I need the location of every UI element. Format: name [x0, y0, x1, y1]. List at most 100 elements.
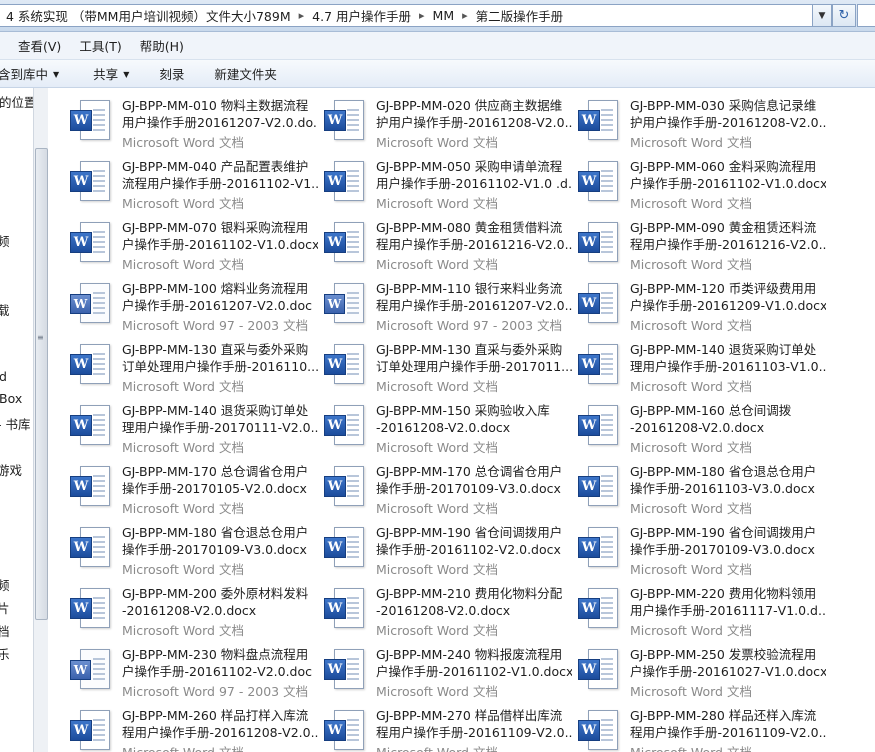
new-folder-button[interactable]: 新建文件夹 — [206, 64, 285, 83]
file-name-line: GJ-BPP-MM-260 样品打样入库流 — [122, 708, 309, 723]
file-item[interactable]: W GJ-BPP-MM-110 银行来料业务流 程用户操作手册-20161207-V… — [302, 271, 572, 333]
menu-tools[interactable]: 工具(T) — [70, 36, 130, 55]
file-item[interactable]: W GJ-BPP-MM-140 退货采购订单处 理用户操作手册-20161103-V… — [556, 332, 826, 394]
file-item[interactable]: W GJ-BPP-MM-070 银料采购流程用 户操作手册-20161102-V1.… — [48, 210, 318, 272]
file-name: GJ-BPP-MM-130 直采与委外采购 订单处理用户操作手册-2016110.… — [122, 341, 318, 375]
nav-item[interactable]: d — [0, 369, 7, 384]
file-item[interactable]: W GJ-BPP-MM-130 直采与委外采购 订单处理用户操作手册-2016110… — [48, 332, 318, 394]
file-name-line: 操作手册-20161102-V2.0.docx — [376, 542, 561, 557]
file-name: GJ-BPP-MM-180 省仓退总仓用户 操作手册-20161103-V3.0.… — [630, 463, 826, 497]
menu-bar: 查看(V) 工具(T) 帮助(H) — [0, 32, 875, 60]
file-item[interactable]: W GJ-BPP-MM-230 物料盘点流程用 户操作手册-20161102-V2.… — [48, 637, 312, 699]
scrollbar-thumb[interactable] — [35, 148, 48, 620]
menu-view[interactable]: 查看(V) — [0, 36, 70, 55]
search-input[interactable] — [857, 4, 875, 27]
file-name: GJ-BPP-MM-270 样品借样出库流 程用户操作手册-20161109-V2… — [376, 707, 572, 741]
breadcrumb-segment[interactable]: MM — [427, 8, 461, 23]
breadcrumb-separator-icon[interactable]: ▸ — [460, 9, 470, 22]
file-item[interactable]: W GJ-BPP-MM-150 采购验收入库 -20161208-V2.0.docx… — [302, 393, 552, 455]
address-history-dropdown-icon[interactable]: ▼ — [812, 4, 832, 27]
file-name-line: 护用户操作手册-20161208-V2.0.... — [376, 115, 572, 130]
refresh-icon[interactable]: ↻ — [832, 4, 856, 27]
file-item[interactable]: W GJ-BPP-MM-160 总仓间调拨 -20161208-V2.0.docx M… — [556, 393, 806, 455]
breadcrumb-segment[interactable]: 第二版操作手册 — [470, 6, 570, 25]
file-item[interactable]: W GJ-BPP-MM-020 供应商主数据维 护用户操作手册-20161208-V… — [302, 88, 572, 150]
file-item[interactable]: W GJ-BPP-MM-130 直采与委外采购 订单处理用户操作手册-2017011… — [302, 332, 572, 394]
file-item[interactable]: W GJ-BPP-MM-190 省仓间调拨用户 操作手册-20161102-V2.0… — [302, 515, 562, 577]
word-document-icon: W — [324, 466, 364, 506]
file-item[interactable]: W GJ-BPP-MM-080 黄金租赁借料流 程用户操作手册-20161216-V… — [302, 210, 572, 272]
file-name-line: 程用户操作手册-20161216-V2.0.... — [376, 237, 572, 252]
file-item[interactable]: W GJ-BPP-MM-240 物料报废流程用 户操作手册-20161102-V1.… — [302, 637, 572, 699]
file-item[interactable]: W GJ-BPP-MM-060 金料采购流程用 户操作手册-20161102-V1.… — [556, 149, 826, 211]
file-item[interactable]: W GJ-BPP-MM-180 省仓退总仓用户 操作手册-20161103-V3.0… — [556, 454, 816, 516]
file-item[interactable]: W GJ-BPP-MM-250 发票校验流程用 户操作手册-20161027-V1.… — [556, 637, 826, 699]
file-item[interactable]: W GJ-BPP-MM-090 黄金租赁还料流 程用户操作手册-20161216-V… — [556, 210, 826, 272]
file-item[interactable]: W GJ-BPP-MM-280 样品还样入库流 程用户操作手册-20161109-V… — [556, 698, 826, 752]
word-document-icon: W — [70, 344, 110, 384]
nav-scrollbar[interactable]: ≡ — [33, 88, 48, 752]
file-item[interactable]: W GJ-BPP-MM-030 采购信息记录维 护用户操作手册-20161208-V… — [556, 88, 826, 150]
file-name-line: 户操作手册-20161102-V1.0.docx — [630, 176, 826, 191]
file-name-line: 操作手册-20161103-V3.0.docx — [630, 481, 815, 496]
file-item[interactable]: W GJ-BPP-MM-260 样品打样入库流 程用户操作手册-20161208-V… — [48, 698, 318, 752]
nav-item[interactable]: 载 — [0, 300, 10, 319]
breadcrumb-separator-icon[interactable]: ▸ — [297, 9, 307, 22]
burn-button[interactable]: 刻录 — [151, 64, 192, 83]
file-item[interactable]: W GJ-BPP-MM-010 物料主数据流程 用户操作手册20161207-V2.… — [48, 88, 318, 150]
file-name: GJ-BPP-MM-080 黄金租赁借料流 程用户操作手册-20161216-V2… — [376, 219, 572, 253]
file-item[interactable]: W GJ-BPP-MM-170 总仓调省仓用户 操作手册-20170109-V3.0… — [302, 454, 562, 516]
file-item[interactable]: W GJ-BPP-MM-040 产品配置表维护 流程用户操作手册-20161102-… — [48, 149, 318, 211]
file-name-line: GJ-BPP-MM-170 总仓调省仓用户 — [122, 464, 309, 479]
nav-item[interactable]: Box — [0, 391, 22, 406]
file-item[interactable]: W GJ-BPP-MM-140 退货采购订单处 理用户操作手册-20170111-V… — [48, 393, 318, 455]
word-document-icon: W — [324, 405, 364, 445]
breadcrumb-segment[interactable]: 4.7 用户操作手册 — [306, 6, 417, 25]
file-name-line: GJ-BPP-MM-240 物料报废流程用 — [376, 647, 563, 662]
nav-item[interactable]: 乐 — [0, 644, 10, 663]
nav-item[interactable]: 游戏 — [0, 460, 22, 479]
file-name-line: GJ-BPP-MM-220 费用化物料领用 — [630, 586, 817, 601]
word-document-icon: W — [578, 466, 618, 506]
file-name-line: GJ-BPP-MM-030 采购信息记录维 — [630, 98, 817, 113]
file-name: GJ-BPP-MM-100 熔料业务流程用 户操作手册-20161207-V2.0… — [122, 280, 318, 314]
file-name: GJ-BPP-MM-050 采购申请单流程 用户操作手册-20161102-V1.… — [376, 158, 572, 192]
nav-item[interactable]: 频 — [0, 575, 10, 594]
menu-help[interactable]: 帮助(H) — [131, 36, 193, 55]
command-bar: 含到库中 ▼ 共享 ▼ 刻录 新建文件夹 — [0, 60, 875, 88]
file-item[interactable]: W GJ-BPP-MM-190 省仓间调拨用户 操作手册-20170109-V3.0… — [556, 515, 816, 577]
share-button[interactable]: 共享 ▼ — [85, 64, 137, 83]
include-in-library-button[interactable]: 含到库中 ▼ — [0, 64, 67, 83]
file-item[interactable]: W GJ-BPP-MM-200 委外原材料发料 -20161208-V2.0.doc… — [48, 576, 308, 638]
file-item[interactable]: W GJ-BPP-MM-170 总仓调省仓用户 操作手册-20170105-V2.0… — [48, 454, 308, 516]
breadcrumb-segment[interactable]: 4 系统实现 （带MM用户培训视频）文件大小789M — [0, 6, 297, 25]
file-name-line: GJ-BPP-MM-060 金料采购流程用 — [630, 159, 817, 174]
word-document-icon: W — [70, 405, 110, 445]
nav-item[interactable]: 频 — [0, 231, 10, 250]
address-bar[interactable]: 4 系统实现 （带MM用户培训视频）文件大小789M ▸ 4.7 用户操作手册 … — [0, 4, 823, 27]
nav-item[interactable]: 档 — [0, 621, 10, 640]
nav-item[interactable]: - 书库 — [0, 414, 30, 433]
file-item[interactable]: W GJ-BPP-MM-210 费用化物料分配 -20161208-V2.0.doc… — [302, 576, 562, 638]
nav-item[interactable]: 的位置 — [0, 92, 33, 111]
nav-item[interactable]: 片 — [0, 598, 10, 617]
file-name-line: -20161208-V2.0.docx — [630, 420, 765, 435]
file-name-line: GJ-BPP-MM-180 省仓退总仓用户 — [122, 525, 309, 540]
breadcrumb-separator-icon[interactable]: ▸ — [417, 9, 427, 22]
file-type: Microsoft Word 文档 — [122, 742, 244, 752]
file-item[interactable]: W GJ-BPP-MM-220 费用化物料领用 用户操作手册-20161117-V1… — [556, 576, 826, 638]
file-item[interactable]: W GJ-BPP-MM-050 采购申请单流程 用户操作手册-20161102-V1… — [302, 149, 572, 211]
file-item[interactable]: W GJ-BPP-MM-270 样品借样出库流 程用户操作手册-20161109-V… — [302, 698, 572, 752]
word-document-icon: W — [70, 283, 110, 323]
file-name-line: 用户操作手册-20161117-V1.0.d... — [630, 603, 826, 618]
word-document-icon: W — [578, 405, 618, 445]
file-name-line: GJ-BPP-MM-180 省仓退总仓用户 — [630, 464, 817, 479]
word-document-icon: W — [70, 100, 110, 140]
share-label: 共享 — [93, 67, 119, 82]
file-item[interactable]: W GJ-BPP-MM-180 省仓退总仓用户 操作手册-20170109-V3.0… — [48, 515, 308, 577]
file-name: GJ-BPP-MM-170 总仓调省仓用户 操作手册-20170109-V3.0.… — [376, 463, 572, 497]
word-document-icon: W — [324, 710, 364, 750]
file-item[interactable]: W GJ-BPP-MM-120 币类评级费用用 户操作手册-20161209-V1.… — [556, 271, 826, 333]
file-item[interactable]: W GJ-BPP-MM-100 熔料业务流程用 户操作手册-20161207-V2.… — [48, 271, 312, 333]
file-name: GJ-BPP-MM-220 费用化物料领用 用户操作手册-20161117-V1.… — [630, 585, 826, 619]
